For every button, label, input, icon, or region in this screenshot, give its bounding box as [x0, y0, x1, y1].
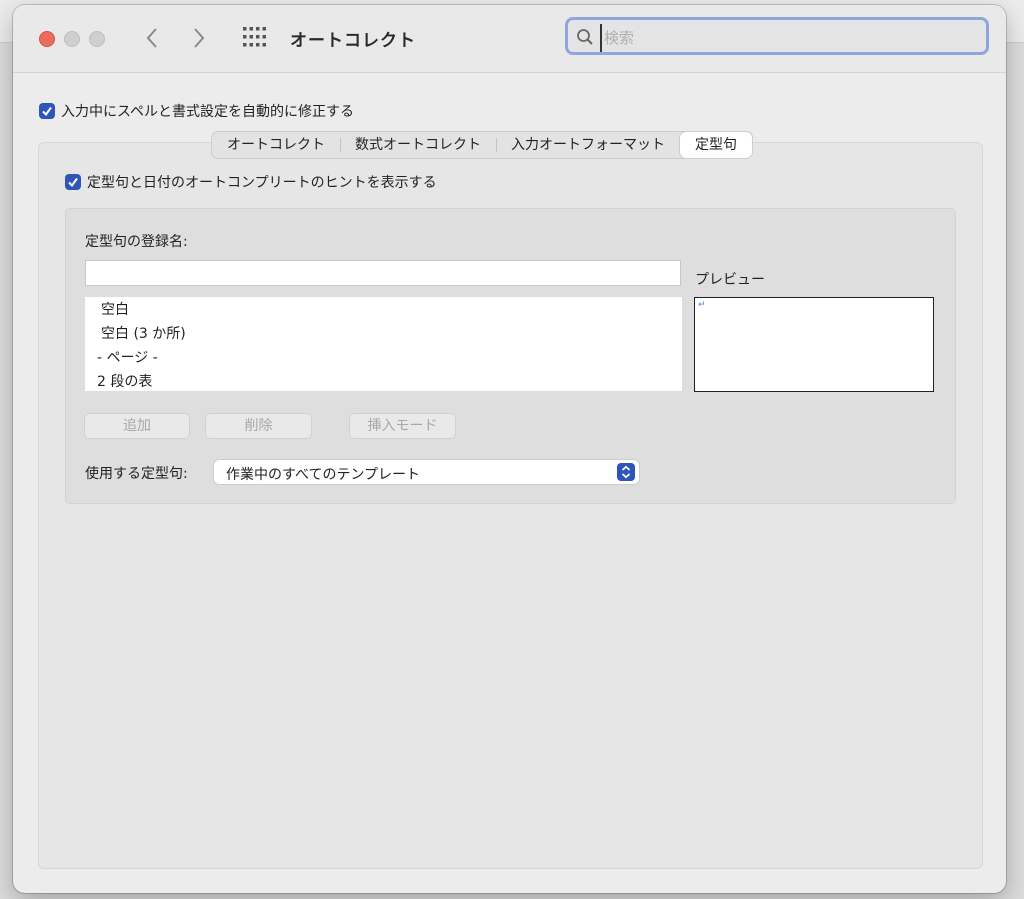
autocomplete-hint-label: 定型句と日付のオートコンプリートのヒントを表示する: [87, 174, 437, 191]
show-all-grid-icon[interactable]: [243, 27, 267, 47]
back-button[interactable]: [140, 23, 164, 53]
search-icon: [577, 29, 593, 45]
titlebar: オートコレクト: [13, 5, 1006, 73]
chevron-right-icon: [194, 28, 205, 48]
chevron-left-icon: [146, 28, 157, 48]
window-title: オートコレクト: [290, 31, 416, 51]
autocomplete-hint-option[interactable]: 定型句と日付のオートコンプリートのヒントを表示する: [65, 171, 437, 192]
preview-box: ↵: [694, 297, 934, 392]
autocomplete-hint-checkbox[interactable]: [65, 173, 81, 190]
search-input[interactable]: [600, 24, 986, 52]
minimize-button[interactable]: [64, 31, 80, 47]
autotext-source-label: 使用する定型句:: [85, 466, 188, 482]
forward-button[interactable]: [187, 23, 211, 53]
tab-autoformat-as-you-type[interactable]: 入力オートフォーマット: [496, 132, 680, 158]
tab-math-autocorrect[interactable]: 数式オートコレクト: [340, 132, 496, 158]
close-button[interactable]: [39, 31, 55, 47]
add-button[interactable]: 追加: [84, 413, 190, 439]
autotext-source-select[interactable]: 作業中のすべてのテンプレート: [213, 459, 640, 485]
auto-fix-option[interactable]: 入力中にスペルと書式設定を自動的に修正する: [39, 100, 354, 121]
checkmark-icon: [68, 177, 78, 187]
autotext-entry-list[interactable]: 空白 空白 (3 か所) - ページ - 2 段の表: [85, 297, 682, 391]
autotext-name-label: 定型句の登録名:: [85, 234, 188, 250]
zoom-button[interactable]: [89, 31, 105, 47]
paragraph-return-mark: ↵: [698, 300, 706, 310]
list-item[interactable]: - ページ -: [85, 346, 682, 370]
list-item[interactable]: 空白: [85, 298, 682, 322]
tab-autocorrect[interactable]: オートコレクト: [212, 132, 340, 158]
select-stepper-icon: [617, 463, 635, 481]
autocorrect-window: オートコレクト 入力中にスペルと書式設定を自動的に修正する オートコレクト 数式…: [13, 5, 1006, 893]
preview-label: プレビュー: [695, 272, 765, 288]
list-item[interactable]: 空白 (3 か所): [85, 322, 682, 346]
tab-bar: オートコレクト 数式オートコレクト 入力オートフォーマット 定型句: [211, 131, 753, 159]
insert-mode-button[interactable]: 挿入モード: [349, 413, 456, 439]
auto-fix-label: 入力中にスペルと書式設定を自動的に修正する: [61, 103, 355, 120]
delete-button[interactable]: 削除: [205, 413, 312, 439]
search-field[interactable]: [565, 17, 989, 55]
list-item[interactable]: 2 段の表: [85, 370, 682, 391]
autotext-source-value: 作業中のすべてのテンプレート: [226, 467, 421, 483]
auto-fix-checkbox[interactable]: [39, 102, 55, 119]
checkmark-icon: [42, 106, 52, 116]
autotext-name-input[interactable]: [85, 260, 681, 286]
tab-autotext[interactable]: 定型句: [680, 132, 752, 158]
